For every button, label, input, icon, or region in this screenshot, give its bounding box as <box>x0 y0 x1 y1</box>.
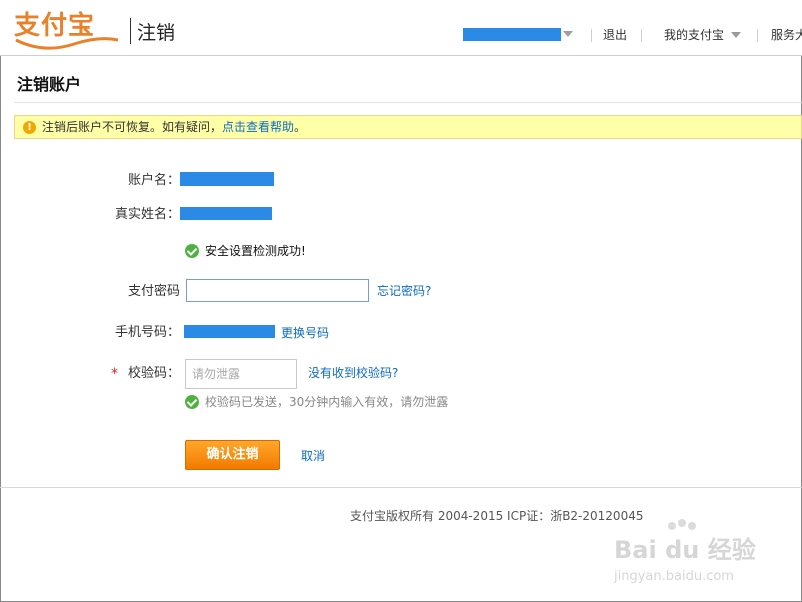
help-link[interactable]: 点击查看帮助 <box>222 120 294 134</box>
no-code-link[interactable]: 没有收到校验码? <box>308 366 398 381</box>
footer-divider <box>0 487 802 488</box>
redacted-username[interactable] <box>463 28 561 41</box>
nav-divider <box>757 29 758 42</box>
nav-divider <box>641 29 642 42</box>
warning-icon: ! <box>23 121 36 134</box>
cancel-link[interactable]: 取消 <box>301 449 325 464</box>
chevron-down-icon[interactable] <box>731 32 741 38</box>
top-header: 支付宝 注销 退出 我的支付宝 服务大 <box>0 0 802 56</box>
logout-link[interactable]: 退出 <box>603 27 627 43</box>
redacted-real-name <box>180 207 272 220</box>
check-circle-icon <box>185 395 199 409</box>
payment-password-input[interactable] <box>186 279 369 302</box>
code-sent-message: 校验码已发送，30分钟内输入有效，请勿泄露 <box>205 395 449 409</box>
phone-label: 手机号码： <box>115 325 181 340</box>
password-label: 支付密码 <box>128 284 181 299</box>
chevron-down-icon[interactable] <box>563 31 573 37</box>
alipay-logo[interactable]: 支付宝 <box>14 10 122 50</box>
title-divider <box>14 102 802 103</box>
verification-code-input[interactable] <box>185 359 297 389</box>
logo-text: 支付宝 <box>14 11 96 41</box>
notice-suffix: 。 <box>294 120 307 134</box>
account-label: 账户名： <box>128 173 181 188</box>
security-check-message: 安全设置检测成功! <box>205 244 306 258</box>
watermark-brand: Bai du 经验 <box>614 536 756 564</box>
notice-message: 注销后账户不可恢复。如有疑问， <box>42 120 223 134</box>
services-link[interactable]: 服务大 <box>771 27 802 43</box>
realname-label: 真实姓名： <box>115 207 181 222</box>
baidu-jingyan-watermark: Bai du 经验 jingyan.baidu.com <box>612 518 772 588</box>
page-title: 注销账户 <box>17 75 82 94</box>
footer-copyright: 支付宝版权所有 2004-2015 ICP证：浙B2-20120045 <box>350 509 644 523</box>
logo-divider <box>130 18 131 44</box>
confirm-cancel-account-button[interactable]: 确认注销 <box>185 440 280 470</box>
change-phone-link[interactable]: 更换号码 <box>281 326 329 341</box>
redacted-account-name <box>180 172 274 186</box>
warning-notice: ! 注销后账户不可恢复。如有疑问，点击查看帮助。 <box>14 115 802 139</box>
forgot-password-link[interactable]: 忘记密码? <box>377 284 431 299</box>
header-subtitle: 注销 <box>137 22 176 44</box>
nav-divider <box>591 29 592 42</box>
paw-logo-icon: Bai du 经验 jingyan.baidu.com <box>613 519 756 584</box>
my-alipay-link[interactable]: 我的支付宝 <box>664 27 724 43</box>
redacted-phone-number <box>184 325 275 338</box>
code-label: 校验码： <box>128 366 181 381</box>
required-asterisk: * <box>111 366 118 382</box>
check-circle-icon <box>185 244 199 258</box>
watermark-url: jingyan.baidu.com <box>613 569 734 584</box>
notice-text: 注销后账户不可恢复。如有疑问，点击查看帮助。 <box>42 120 306 135</box>
